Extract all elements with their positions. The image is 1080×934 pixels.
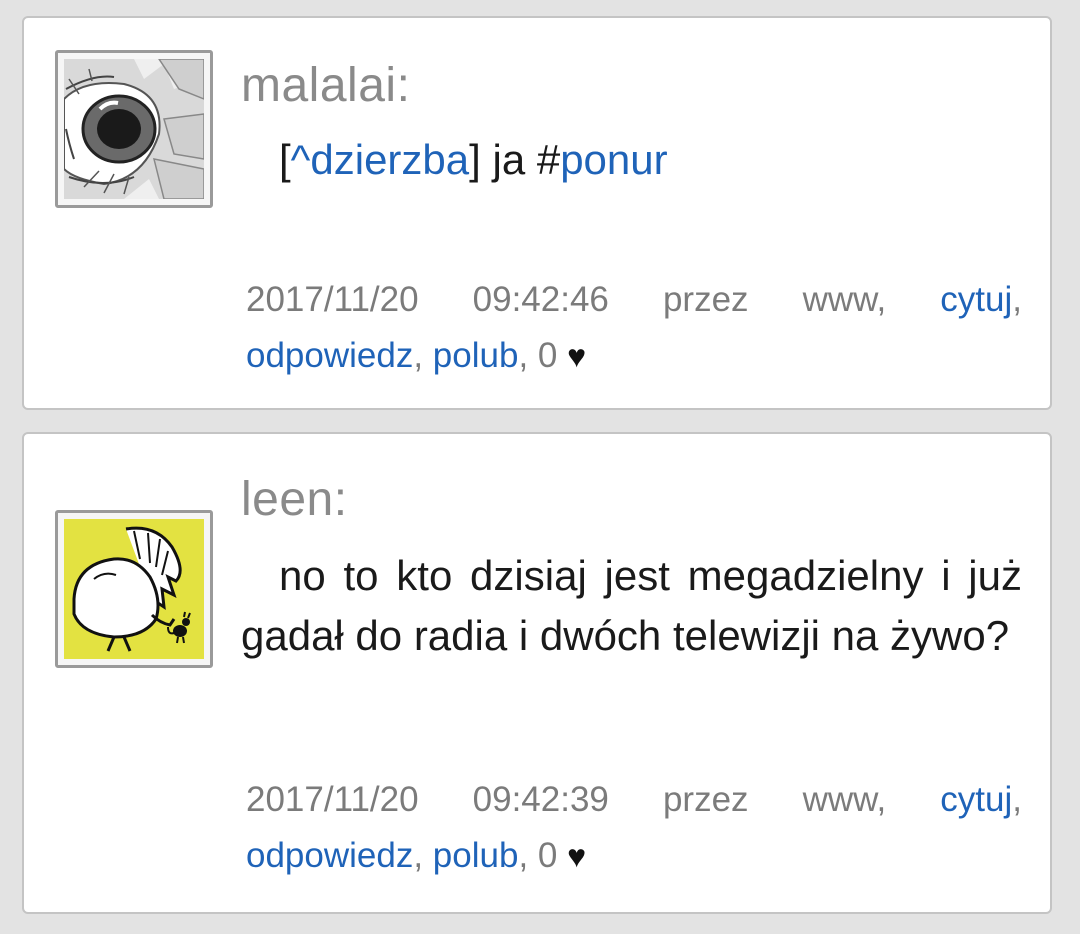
post-card: malalai: [^dzierzba] ja #ponur 2017/11/2… <box>22 16 1052 410</box>
like-count: 0 <box>537 836 558 875</box>
bracket-open: [ <box>279 136 291 183</box>
reply-link[interactable]: odpowiedz <box>246 836 413 875</box>
post-date: 2017/11/20 <box>246 780 419 819</box>
post-author[interactable]: malalai: <box>241 58 410 114</box>
eye-drawing-avatar-icon <box>64 59 204 199</box>
quote-link[interactable]: cytuj <box>940 280 1012 319</box>
hashtag-link[interactable]: ponur <box>560 136 667 183</box>
post-time: 09:42:39 <box>472 780 609 819</box>
post-card: leen: no to kto dzisiaj jest megadzielny… <box>22 432 1052 914</box>
reply-link[interactable]: odpowiedz <box>246 336 413 375</box>
quote-link[interactable]: cytuj <box>940 780 1012 819</box>
post-content: [^dzierzba] ja #ponur <box>241 130 1022 190</box>
post-meta: 2017/11/20 09:42:39 przez www, cytuj, od… <box>246 772 1022 884</box>
via-label: przez <box>662 780 749 819</box>
avatar[interactable] <box>55 50 213 208</box>
post-meta: 2017/11/20 09:42:46 przez www, cytuj, od… <box>246 272 1022 384</box>
post-date: 2017/11/20 <box>246 280 419 319</box>
meta-actions: odpowiedz, polub, 0 ♥ <box>246 836 587 875</box>
bracket-close: ] <box>469 136 481 183</box>
meta-line: 2017/11/20 09:42:46 przez www, cytuj, <box>246 272 1022 328</box>
post-text: no to kto dzisiaj jest megadzielny i już… <box>241 552 1022 659</box>
post-time: 09:42:46 <box>472 280 609 319</box>
meta-line: 2017/11/20 09:42:39 przez www, cytuj, <box>246 772 1022 828</box>
post-author[interactable]: leen: <box>241 472 348 528</box>
heart-icon: ♥ <box>567 838 587 874</box>
avatar[interactable] <box>55 510 213 668</box>
via-label: przez <box>662 280 749 319</box>
like-link[interactable]: polub <box>433 836 519 875</box>
cartoon-creature-avatar-icon <box>64 519 204 659</box>
post-feed: malalai: [^dzierzba] ja #ponur 2017/11/2… <box>0 0 1080 934</box>
mention-link[interactable]: ^dzierzba <box>291 136 469 183</box>
post-text: ja # <box>480 136 561 183</box>
like-link[interactable]: polub <box>433 336 519 375</box>
meta-actions: odpowiedz, polub, 0 ♥ <box>246 336 587 375</box>
source-label: www, <box>802 780 887 819</box>
source-label: www, <box>802 280 887 319</box>
heart-icon: ♥ <box>567 338 587 374</box>
like-count: 0 <box>537 336 558 375</box>
post-content: no to kto dzisiaj jest megadzielny i już… <box>241 546 1022 666</box>
